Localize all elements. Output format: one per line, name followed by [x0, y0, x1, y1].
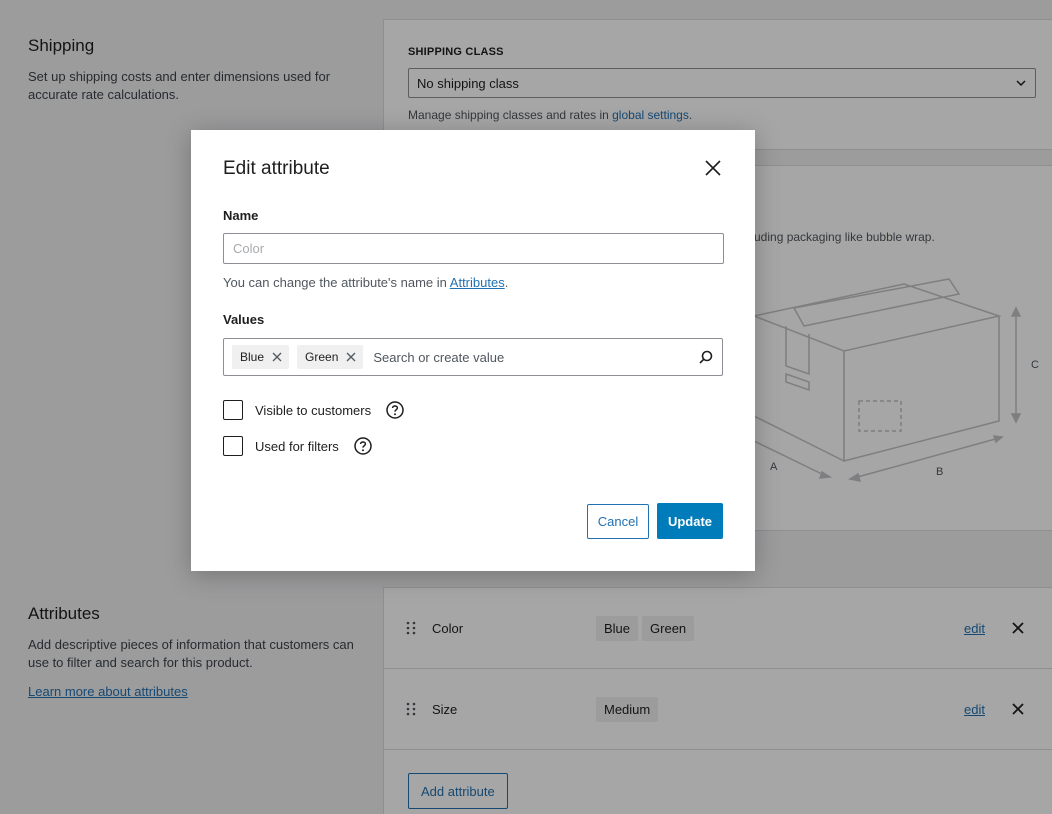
- help-icon[interactable]: [353, 436, 373, 456]
- edit-attribute-modal: Edit attribute Name You can change the a…: [191, 130, 755, 571]
- values-label: Values: [223, 312, 265, 327]
- value-chip-label: Blue: [240, 350, 265, 364]
- remove-value-icon[interactable]: [346, 352, 356, 362]
- value-chip-green: Green: [297, 345, 364, 369]
- attributes-link[interactable]: Attributes: [450, 275, 505, 290]
- value-chip-blue: Blue: [232, 345, 290, 369]
- close-icon[interactable]: [701, 156, 725, 180]
- name-hint-suffix: .: [504, 275, 509, 290]
- help-icon[interactable]: [385, 400, 405, 420]
- used-for-filters-checkbox[interactable]: [223, 436, 243, 456]
- attribute-name-input[interactable]: [223, 233, 724, 264]
- values-search-input[interactable]: [373, 349, 690, 365]
- visible-to-customers-row: Visible to customers: [223, 400, 405, 420]
- value-chip-label: Green: [305, 350, 339, 364]
- visible-to-customers-label: Visible to customers: [255, 402, 372, 418]
- search-icon: [699, 350, 713, 364]
- used-for-filters-label: Used for filters: [255, 438, 339, 454]
- name-hint-text: You can change the attribute's name in: [223, 275, 450, 290]
- name-label: Name: [223, 208, 259, 223]
- update-button[interactable]: Update: [657, 503, 723, 539]
- values-selector[interactable]: Blue Green: [223, 338, 723, 376]
- used-for-filters-row: Used for filters: [223, 436, 373, 456]
- visible-to-customers-checkbox[interactable]: [223, 400, 243, 420]
- modal-title: Edit attribute: [223, 158, 330, 179]
- name-hint: You can change the attribute's name in A…: [223, 275, 508, 290]
- remove-value-icon[interactable]: [272, 352, 282, 362]
- cancel-button[interactable]: Cancel: [587, 504, 649, 539]
